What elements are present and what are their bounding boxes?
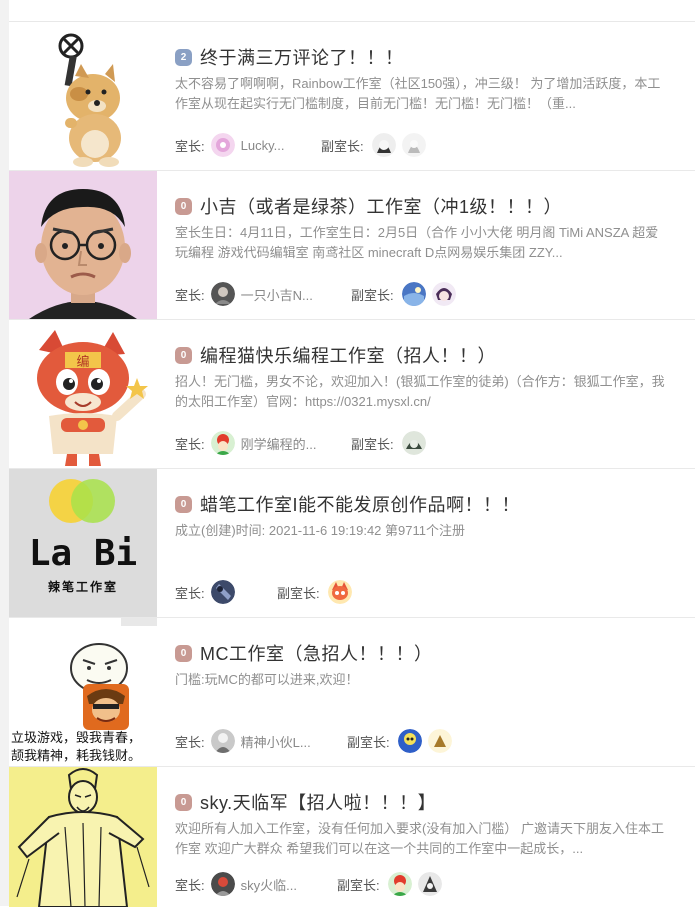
glasses-man-icon xyxy=(9,171,157,319)
deputy-label: 副室长: xyxy=(351,287,394,303)
studio-card[interactable]: La Bi 辣笔工作室 0 蜡笔工作室I能不能发原创作品啊！！！ 成立(创建)时… xyxy=(9,469,695,618)
owner-avatar[interactable] xyxy=(210,729,235,753)
level-badge-icon: 0 xyxy=(175,793,192,811)
studio-card[interactable]: 0 小吉（或者是绿茶）工作室（冲1级！！！） 室长生日：4月11日，工作室生日：… xyxy=(9,171,695,320)
studio-description: 太不容易了啊啊啊，Rainbow工作室（社区150强），冲三级！ 为了增加活跃度… xyxy=(175,76,661,111)
deputy-avatar[interactable] xyxy=(417,872,442,896)
labi-logo-icon: La Bi 辣笔工作室 xyxy=(9,469,157,617)
doge-exo-icon xyxy=(58,33,121,167)
svg-text:编: 编 xyxy=(76,355,89,370)
deputy-avatar[interactable] xyxy=(401,133,426,157)
meme-caption-line1: 立圾游戏，毁我青春， xyxy=(11,731,141,746)
left-gutter xyxy=(0,0,9,906)
owner-name[interactable]: 刚学编程的... xyxy=(241,434,317,453)
studio-thumbnail[interactable] xyxy=(9,22,157,170)
studio-description: 门槛:玩MC的都可以进来,欢迎！ xyxy=(175,672,359,687)
owner-label: 室长: xyxy=(175,734,205,750)
owner-label: 室长: xyxy=(175,138,205,154)
studio-card[interactable]: 2 终于满三万评论了！！！ 太不容易了啊啊啊，Rainbow工作室（社区150强… xyxy=(9,22,695,171)
owner-name[interactable]: sky火临... xyxy=(241,875,297,894)
studio-thumbnail[interactable]: 编 xyxy=(9,320,157,468)
deputy-label: 副室长: xyxy=(351,436,394,452)
studio-thumbnail[interactable] xyxy=(9,767,157,907)
studio-info: 2 终于满三万评论了！！！ 太不容易了啊啊啊，Rainbow工作室（社区150强… xyxy=(175,22,685,170)
studio-description: 招人！无门槛，男女不论，欢迎加入！(银狐工作室的徒弟)（合作方：银狐工作室，我的… xyxy=(175,374,665,409)
logo-text: La Bi xyxy=(29,533,137,574)
studio-thumbnail[interactable] xyxy=(9,171,157,319)
studio-staff: 室长: Lucky... 副室长: xyxy=(175,132,426,158)
studio-list: 2 终于满三万评论了！！！ 太不容易了啊啊啊，Rainbow工作室（社区150强… xyxy=(9,22,695,907)
owner-avatar[interactable] xyxy=(210,431,235,455)
deputy-avatar[interactable] xyxy=(371,133,396,157)
owner-avatar[interactable] xyxy=(210,282,235,306)
studio-thumbnail[interactable]: La Bi 辣笔工作室 xyxy=(9,469,157,617)
level-badge-icon: 0 xyxy=(175,346,192,364)
studio-staff: 室长: 副室长: xyxy=(175,579,352,605)
deputy-label: 副室长: xyxy=(277,585,320,601)
deputy-avatar[interactable] xyxy=(397,729,422,753)
deputy-label: 副室长: xyxy=(347,734,390,750)
studio-staff: 室长: 精神小伙L... 副室长: xyxy=(175,728,452,754)
owner-avatar[interactable] xyxy=(210,133,235,157)
level-badge-icon: 0 xyxy=(175,197,192,215)
owner-avatar[interactable] xyxy=(210,580,235,604)
deputy-avatar[interactable] xyxy=(431,282,456,306)
deputy-avatar[interactable] xyxy=(387,872,412,896)
studio-thumbnail[interactable]: 立圾游戏，毁我青春， 颉我精神，耗我钱财。 xyxy=(9,618,157,766)
studio-title[interactable]: MC工作室（急招人！！！） xyxy=(200,640,433,666)
studio-title[interactable]: 小吉（或者是绿茶）工作室（冲1级！！！） xyxy=(200,193,562,219)
studio-staff: 室长: 一只小吉N... 副室长: xyxy=(175,281,456,307)
studio-staff: 室长: sky火临... 副室长: xyxy=(175,871,442,897)
logo-subtitle: 辣笔工作室 xyxy=(48,579,118,594)
sketch-figure-icon xyxy=(9,767,157,907)
deputy-label: 副室长: xyxy=(321,138,364,154)
deputy-avatar[interactable] xyxy=(401,282,426,306)
deputy-avatar[interactable] xyxy=(327,580,352,604)
owner-name[interactable]: Lucky... xyxy=(241,138,285,153)
studio-title[interactable]: 编程猫快乐编程工作室（招人！！） xyxy=(200,342,496,368)
coding-cat-icon: 编 xyxy=(37,330,148,466)
meme-caption-line2: 颉我精神，耗我钱财。 xyxy=(11,749,141,764)
owner-name[interactable]: 一只小吉N... xyxy=(241,285,313,304)
deputy-avatar[interactable] xyxy=(427,729,452,753)
owner-label: 室长: xyxy=(175,287,205,303)
previous-item-edge xyxy=(9,0,695,22)
studio-info: 0 蜡笔工作室I能不能发原创作品啊！！！ 成立(创建)时间: 2021-11-6… xyxy=(175,469,685,617)
owner-label: 室长: xyxy=(175,877,205,893)
studio-title[interactable]: sky.天临军【招人啦！！！】 xyxy=(200,789,436,815)
studio-staff: 室长: 刚学编程的... 副室长: xyxy=(175,430,426,456)
owner-label: 室长: xyxy=(175,436,205,452)
owner-label: 室长: xyxy=(175,585,205,601)
level-badge-icon: 0 xyxy=(175,495,192,513)
studio-title[interactable]: 蜡笔工作室I能不能发原创作品啊！！！ xyxy=(200,491,520,517)
studio-info: 0 MC工作室（急招人！！！） 门槛:玩MC的都可以进来,欢迎！ 室长: 精神小… xyxy=(175,618,685,766)
deputy-avatar[interactable] xyxy=(401,431,426,455)
studio-list-page: 2 终于满三万评论了！！！ 太不容易了啊啊啊，Rainbow工作室（社区150强… xyxy=(0,0,695,907)
studio-title[interactable]: 终于满三万评论了！！！ xyxy=(200,44,404,70)
meme-face-icon: 立圾游戏，毁我青春， 颉我精神，耗我钱财。 xyxy=(9,618,157,766)
studio-info: 0 编程猫快乐编程工作室（招人！！） 招人！无门槛，男女不论，欢迎加入！(银狐工… xyxy=(175,320,685,468)
studio-card[interactable]: 编 0 编程猫快乐编程工作室（招人！！） 招人！无门槛，男女不论，欢迎加入！(银… xyxy=(9,320,695,469)
level-badge-icon: 2 xyxy=(175,48,192,66)
studio-info: 0 sky.天临军【招人啦！！！】 欢迎所有人加入工作室，没有任何加入要求(没有… xyxy=(175,767,685,915)
studio-description: 室长生日：4月11日，工作室生日：2月5日（合作 小小大佬 明月阁 TiMi A… xyxy=(175,225,659,260)
deputy-label: 副室长: xyxy=(337,877,380,893)
studio-description: 欢迎所有人加入工作室，没有任何加入要求(没有加入门槛） 广邀请天下朋友入住本工作… xyxy=(175,821,664,856)
studio-description: 成立(创建)时间: 2021-11-6 19:19:42 第9711个注册 xyxy=(175,523,465,538)
level-badge-icon: 0 xyxy=(175,644,192,662)
studio-card[interactable]: 0 sky.天临军【招人啦！！！】 欢迎所有人加入工作室，没有任何加入要求(没有… xyxy=(9,767,695,907)
studio-info: 0 小吉（或者是绿茶）工作室（冲1级！！！） 室长生日：4月11日，工作室生日：… xyxy=(175,171,685,319)
owner-avatar[interactable] xyxy=(210,872,235,896)
studio-card[interactable]: 立圾游戏，毁我青春， 颉我精神，耗我钱财。 0 MC工作室（急招人！！！） 门槛… xyxy=(9,618,695,767)
owner-name[interactable]: 精神小伙L... xyxy=(241,732,311,751)
